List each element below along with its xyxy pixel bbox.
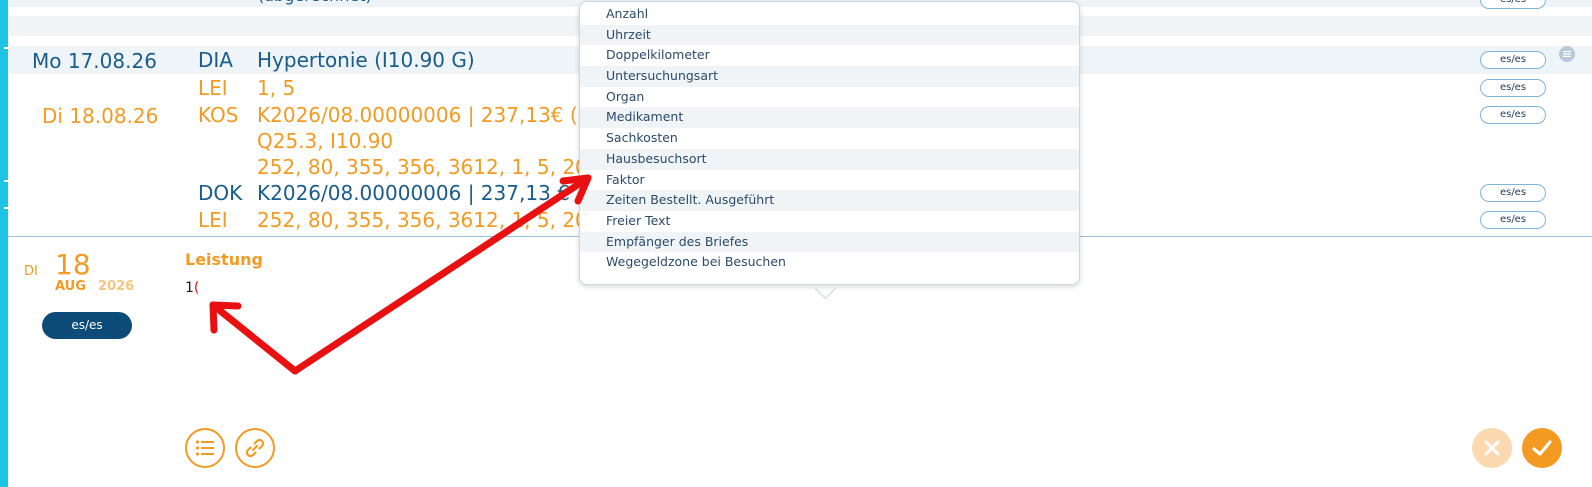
annotation-arrows bbox=[209, 174, 592, 375]
